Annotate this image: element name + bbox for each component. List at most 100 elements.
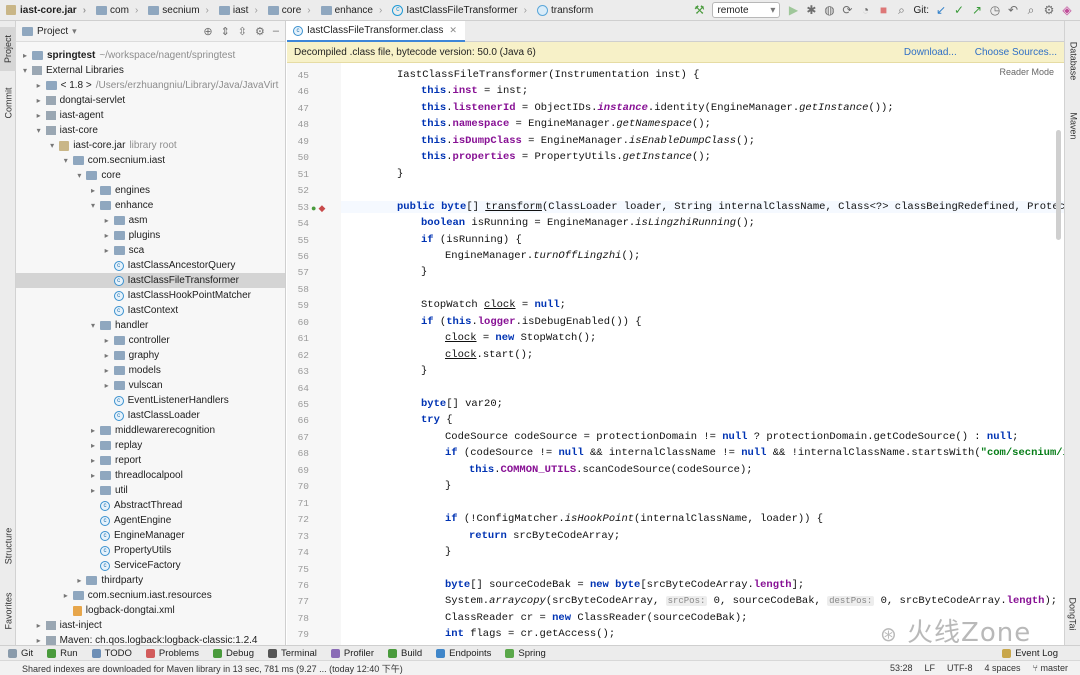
chevron-right-icon[interactable]: ▸ xyxy=(102,246,112,255)
tool-button-git[interactable]: Git xyxy=(8,648,33,659)
chevron-right-icon[interactable]: ▸ xyxy=(34,111,44,120)
tool-button-build[interactable]: Build xyxy=(387,648,422,659)
tree-row[interactable]: c IastClassLoader xyxy=(16,408,285,423)
chevron-right-icon[interactable]: ▸ xyxy=(102,336,112,345)
tree-row[interactable]: c ServiceFactory xyxy=(16,558,285,573)
code-line[interactable]: } xyxy=(445,546,451,558)
gear-icon[interactable]: ⚙ xyxy=(255,25,265,38)
tree-row[interactable]: c IastClassHookPointMatcher xyxy=(16,288,285,303)
code-line[interactable]: IastClassFileTransformer(Instrumentation… xyxy=(397,69,699,81)
code-line[interactable]: boolean isRunning = EngineManager.isLing… xyxy=(421,217,755,229)
chevron-down-icon[interactable]: ▾ xyxy=(47,141,57,150)
code-line[interactable]: if (this.logger.isDebugEnabled()) { xyxy=(421,316,642,328)
tree-row[interactable]: c IastClassAncestorQuery xyxy=(16,258,285,273)
tab-maven[interactable]: Maven xyxy=(1065,101,1080,151)
chevron-right-icon[interactable]: ▸ xyxy=(102,366,112,375)
tree-row[interactable]: ▸ engines xyxy=(16,183,285,198)
tree-row[interactable]: ▸ report xyxy=(16,453,285,468)
tree-row[interactable]: ▸ iast-inject xyxy=(16,618,285,633)
tree-row[interactable]: ▸ springtest ~/workspace/nagent/springtest xyxy=(16,48,285,63)
tree-row[interactable]: c EngineManager xyxy=(16,528,285,543)
tool-button-debug[interactable]: Debug xyxy=(212,648,254,659)
tree-row[interactable]: ▾ enhance xyxy=(16,198,285,213)
tree-row[interactable]: ▸ < 1.8 >/Users/erzhuangniu/Library/Java/… xyxy=(16,78,285,93)
breadcrumb-item[interactable]: iast › xyxy=(215,0,264,21)
tree-row[interactable]: ▾ External Libraries xyxy=(16,63,285,78)
tool-button-terminal[interactable]: Terminal xyxy=(267,648,317,659)
tree-row[interactable]: c AgentEngine xyxy=(16,513,285,528)
code-line[interactable]: if (codeSource != null && internalClassN… xyxy=(445,447,1064,459)
editor-tab[interactable]: c IastClassFileTransformer.class ✕ xyxy=(287,21,465,42)
breadcrumb-item[interactable]: iast-core.jar › xyxy=(0,0,92,21)
tree-row[interactable]: ▾ handler xyxy=(16,318,285,333)
code-line[interactable]: ClassReader cr = new ClassReader(sourceC… xyxy=(445,612,747,624)
chevron-down-icon[interactable]: ▾ xyxy=(74,171,84,180)
chevron-right-icon[interactable]: ▸ xyxy=(88,186,98,195)
tree-row[interactable]: ▸ plugins xyxy=(16,228,285,243)
tree-row[interactable]: ▾ core xyxy=(16,168,285,183)
indent-setting[interactable]: 4 spaces xyxy=(985,663,1021,673)
run-icon[interactable]: ▶ xyxy=(784,1,802,19)
chevron-down-icon[interactable]: ▾ xyxy=(88,321,98,330)
expand-icon[interactable]: ⇕ xyxy=(221,25,230,38)
breadcrumb-item[interactable]: enhance › xyxy=(317,0,389,21)
code-line[interactable]: this.COMMON_UTILS.scanCodeSource(codeSou… xyxy=(469,464,753,476)
tree-row[interactable]: ▸ graphy xyxy=(16,348,285,363)
breadcrumb-item[interactable]: com › xyxy=(92,0,144,21)
tree-row[interactable]: c EventListenerHandlers xyxy=(16,393,285,408)
code-line[interactable]: EngineManager.turnOffLingzhi(); xyxy=(445,250,640,262)
code-line[interactable]: if (!ConfigMatcher.isHookPoint(internalC… xyxy=(445,513,823,525)
line-separator[interactable]: LF xyxy=(925,663,936,673)
code-line[interactable]: System.arraycopy(srcByteCodeArray, srcPo… xyxy=(445,595,1057,607)
collapse-icon[interactable]: ⇳ xyxy=(238,25,247,38)
tree-row[interactable]: ▸ Maven: ch.qos.logback:logback-classic:1… xyxy=(16,633,285,645)
chevron-right-icon[interactable]: ▸ xyxy=(102,351,112,360)
git-update-icon[interactable]: ↙ xyxy=(932,1,950,19)
tool-button-run[interactable]: Run xyxy=(47,648,78,659)
chevron-right-icon[interactable]: ▸ xyxy=(88,486,98,495)
locate-icon[interactable]: ⊕ xyxy=(203,25,212,38)
tree-row[interactable]: c PropertyUtils xyxy=(16,543,285,558)
breadcrumb-item[interactable]: transform xyxy=(533,0,599,21)
download-link[interactable]: Download... xyxy=(904,47,957,58)
chevron-right-icon[interactable]: ▸ xyxy=(88,441,98,450)
tree-row[interactable]: ▸ iast-agent xyxy=(16,108,285,123)
code-line[interactable]: this.properties = PropertyUtils.getInsta… xyxy=(421,151,711,163)
tree-row[interactable]: ▾ com.secnium.iast xyxy=(16,153,285,168)
stop-icon[interactable]: ■ xyxy=(874,1,892,19)
code-line[interactable]: clock = new StopWatch(); xyxy=(445,332,596,344)
code-editor[interactable]: Reader Mode IastClassFileTransformer(Ins… xyxy=(341,63,1064,645)
coverage-icon[interactable]: ◍ xyxy=(820,1,838,19)
event-log-button[interactable]: Event Log xyxy=(1002,648,1058,659)
chevron-right-icon[interactable]: ▸ xyxy=(88,471,98,480)
breadcrumb-item[interactable]: secnium › xyxy=(144,0,215,21)
choose-sources-link[interactable]: Choose Sources... xyxy=(975,47,1057,58)
tree-row[interactable]: ▸ replay xyxy=(16,438,285,453)
history-icon[interactable]: ◷ xyxy=(986,1,1004,19)
tree-row[interactable]: ▸ dongtai-servlet xyxy=(16,93,285,108)
code-line[interactable]: } xyxy=(421,365,427,377)
profiler-icon[interactable]: ◔ xyxy=(856,1,874,19)
breadcrumb-item[interactable]: core › xyxy=(264,0,317,21)
tree-row[interactable]: ▸ vulscan xyxy=(16,378,285,393)
code-line[interactable]: clock.start(); xyxy=(445,349,533,361)
code-line[interactable]: } xyxy=(445,480,451,492)
file-encoding[interactable]: UTF-8 xyxy=(947,663,973,673)
rollback-icon[interactable]: ↶ xyxy=(1004,1,1022,19)
tree-row[interactable]: ▸ com.secnium.iast.resources xyxy=(16,588,285,603)
chevron-down-icon[interactable]: ▾ xyxy=(34,126,44,135)
chevron-down-icon[interactable]: ▾ xyxy=(72,26,77,37)
tree-row[interactable]: ▸ middlewarerecognition xyxy=(16,423,285,438)
chevron-down-icon[interactable]: ▾ xyxy=(61,156,71,165)
code-line[interactable]: public byte[] transform(ClassLoader load… xyxy=(341,200,1064,213)
code-line[interactable]: int flags = cr.getAccess(); xyxy=(445,628,615,640)
tree-row[interactable]: ▾ iast-core.jar library root xyxy=(16,138,285,153)
code-line[interactable]: return srcByteCodeArray; xyxy=(469,530,620,542)
status-message[interactable]: Shared indexes are downloaded for Maven … xyxy=(22,662,403,675)
tool-button-endpoints[interactable]: Endpoints xyxy=(436,648,491,659)
code-line[interactable]: if (isRunning) { xyxy=(421,234,522,246)
hammer-icon[interactable]: ⚒ xyxy=(690,1,708,19)
tool-button-spring[interactable]: Spring xyxy=(505,648,546,659)
tree-row[interactable]: logback-dongtai.xml xyxy=(16,603,285,618)
breadcrumb-item[interactable]: c IastClassFileTransformer › xyxy=(388,0,533,21)
